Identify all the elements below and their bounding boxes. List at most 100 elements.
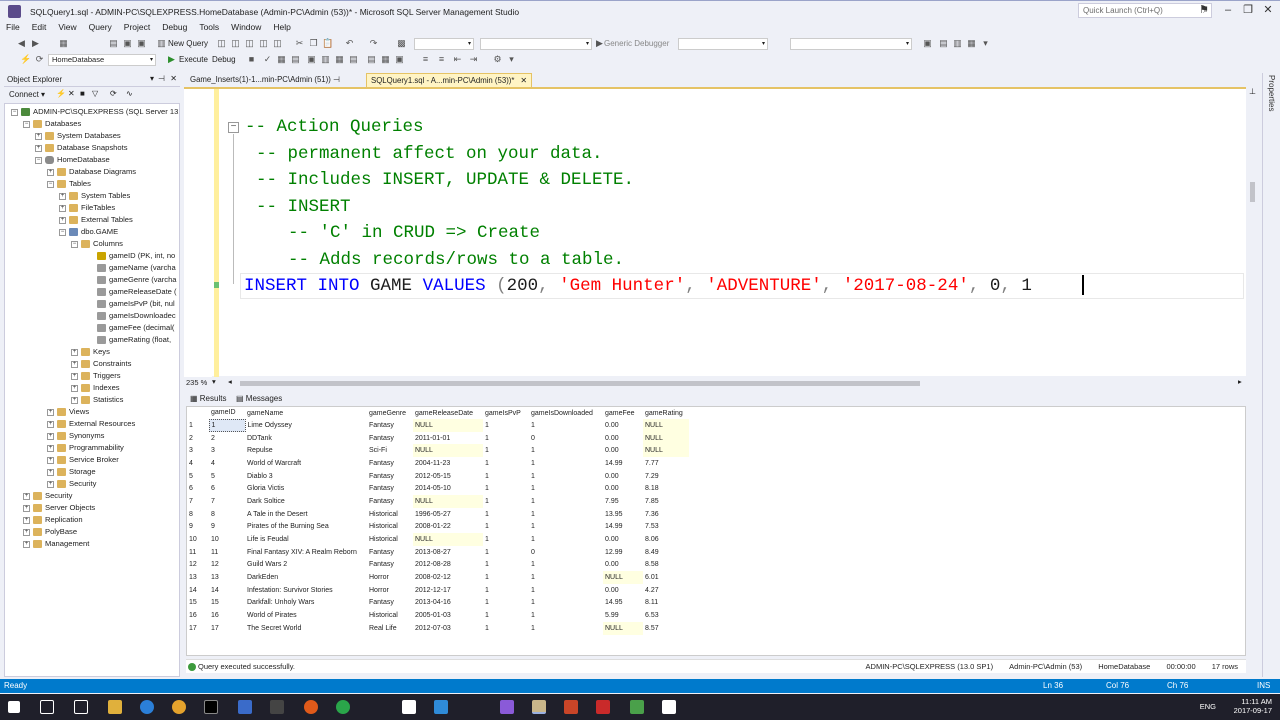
save-all-icon[interactable]: ▣ [136,38,147,49]
solution-config-dropdown[interactable]: ▾ [790,38,912,50]
row-number[interactable]: 10 [187,533,209,546]
table-cell[interactable]: Repulse [245,444,367,457]
table-cell[interactable]: NULL [413,533,483,546]
table-cell[interactable]: 8.57 [643,622,689,635]
available-databases-dropdown[interactable]: HomeDatabase ▾ [48,54,156,66]
table-cell[interactable]: 1 [529,597,603,610]
debug-button[interactable]: Debug [212,55,236,64]
change-connection-icon[interactable]: ⟳ [34,54,45,65]
tree-node-external-resources[interactable]: + External Resources [47,418,135,430]
clock[interactable]: 11:11 AM 2017-09-17 [1234,697,1272,715]
properties-window-icon[interactable]: ▣ [922,38,933,49]
table-row[interactable]: 88A Tale in the Desert Historical 1996-05-… [187,508,689,521]
table-cell[interactable]: Historical [367,533,413,546]
tree-node-storage[interactable]: + Storage [47,466,96,478]
col-header-gamename[interactable]: gameName [245,407,367,419]
disconnect-icon[interactable]: ✕ [68,89,75,98]
scroll-right-icon[interactable]: ▸ [1238,377,1242,386]
table-row[interactable]: 2 2 DDTank Fantasy 2011-01-01 1 0 0.00 NULL [187,431,689,445]
split-icon[interactable]: ⊥ [1249,87,1256,96]
table-row[interactable]: 3 3 Repulse Sci-Fi NULL 1 1 0.00 NULL [187,444,689,458]
quick-launch-input[interactable]: Quick Launch (Ctrl+Q) ⌕ [1078,3,1212,18]
tree-node-system-databases[interactable]: + System Databases [35,130,121,142]
table-cell[interactable]: 2014-05-10 [413,482,483,495]
actual-plan-icon[interactable]: ▥ [320,54,331,65]
row-number[interactable]: 1 [187,419,209,432]
table-cell[interactable]: 1 [483,533,529,546]
tree-node-homedatabase[interactable]: − HomeDatabase [35,154,110,166]
table-cell[interactable]: 17 [209,622,245,635]
app-icon-3[interactable] [304,700,318,714]
table-cell[interactable]: 2013-04-16 [413,597,483,610]
toolbar-dropdown-1[interactable]: ▾ [414,38,474,50]
tray-lang[interactable]: ENG [1200,702,1216,711]
table-cell[interactable]: 2013-08-27 [413,546,483,559]
row-number[interactable]: 3 [187,444,209,457]
tree-node-tables[interactable]: − Tables [47,178,91,190]
table-cell[interactable]: 13.95 [603,508,643,521]
tree-node-database-diagrams[interactable]: + Database Diagrams [47,166,136,178]
table-cell[interactable]: 7.77 [643,457,689,470]
table-cell[interactable]: 14.99 [603,457,643,470]
properties-side-tab[interactable]: Properties [1262,73,1280,677]
table-cell[interactable]: Historical [367,521,413,534]
table-cell[interactable]: Historical [367,609,413,622]
table-cell[interactable]: DarkEden [245,571,367,584]
col-header-gamerating[interactable]: gameRating [643,407,689,419]
results-grid[interactable]: gameID gameName gameGenre gameReleaseDat… [186,406,1246,656]
menu-item-debug[interactable]: Debug [156,21,193,34]
table-cell[interactable]: 1 [483,521,529,534]
menu-item-view[interactable]: View [52,21,82,34]
tab-messages[interactable]: ▤ Messages [236,394,282,403]
tree-node-column-gamerating[interactable]: gameRating (float, [97,334,171,346]
powerpoint-icon[interactable] [564,700,578,714]
analysis-query-icon[interactable]: ◫ [272,38,283,49]
table-cell[interactable]: 2012-12-17 [413,584,483,597]
camtasia-icon[interactable] [630,700,644,714]
refresh-icon[interactable]: ⟳ [110,89,117,98]
table-row[interactable]: 5 5 Diablo 3 Fantasy 2012-05-15 1 1 0.00 7.29 [187,470,689,483]
activity-monitor-icon[interactable]: ▩ [396,38,407,49]
table-row[interactable]: 12 12 Guild Wars 2 Fantasy 2012-08-28 1 1 0.00 8… [187,559,689,572]
app-icon-6[interactable] [662,700,676,714]
debugger-dropdown[interactable]: ▾ [678,38,768,50]
table-cell[interactable]: Sci-Fi [367,444,413,457]
tree-node-constraints[interactable]: + Constraints [71,358,131,370]
tab-close-icon[interactable]: ✕ [520,76,527,85]
tree-node-db-security[interactable]: + Security [47,478,96,490]
table-cell[interactable]: 7.29 [643,470,689,483]
table-cell[interactable]: 8.18 [643,482,689,495]
app-icon-5[interactable] [402,700,416,714]
query-editor[interactable]: − -- Action Queries -- permanent affect … [184,87,1246,378]
task-view-icon[interactable] [74,700,88,714]
editor-horizontal-scroll-thumb[interactable] [240,381,920,386]
table-cell[interactable]: 0.00 [603,444,643,457]
settings-icon[interactable]: ▦ [966,38,977,49]
table-cell[interactable]: NULL [413,495,483,508]
row-number[interactable]: 15 [187,597,209,610]
new-query-button[interactable]: New Query [168,39,208,48]
parse-icon[interactable]: ✓ [262,54,273,65]
tree-node-service-broker[interactable]: + Service Broker [47,454,119,466]
table-cell[interactable]: Fantasy [367,495,413,508]
tab-sqlquery1[interactable]: SQLQuery1.sql - A...min-PC\Admin (53))* ✕ [366,73,533,87]
tree-node-column-gameispvp[interactable]: gameIsPvP (bit, nul [97,298,175,310]
app-icon-2[interactable] [270,700,284,714]
edge-icon[interactable] [140,700,154,714]
table-row[interactable]: 16 16 World of Pirates Historical 2005-01-03… [187,609,689,622]
menu-item-help[interactable]: Help [267,21,296,34]
terminal-icon[interactable] [204,700,218,714]
table-cell[interactable]: 8.11 [643,597,689,610]
table-cell[interactable]: 2008-02-12 [413,571,483,584]
tree-node-column-gameisdownloaded[interactable]: gameIsDownloadec [97,310,176,322]
row-number[interactable]: 17 [187,622,209,635]
notification-icon[interactable]: ⚑ [1194,3,1214,19]
table-cell[interactable]: 0.00 [603,470,643,483]
table-cell[interactable]: 8.49 [643,546,689,559]
table-cell[interactable]: 1 [483,622,529,635]
table-cell[interactable]: 1 [483,457,529,470]
row-number[interactable]: 5 [187,470,209,483]
table-row[interactable]: 9 9 Pirates of the Burning Sea Historical 20… [187,521,689,534]
table-cell[interactable]: 1 [483,495,529,508]
table-row[interactable]: 15 15 Darkfall: Unholy Wars Fantasy 2013-04-… [187,597,689,610]
